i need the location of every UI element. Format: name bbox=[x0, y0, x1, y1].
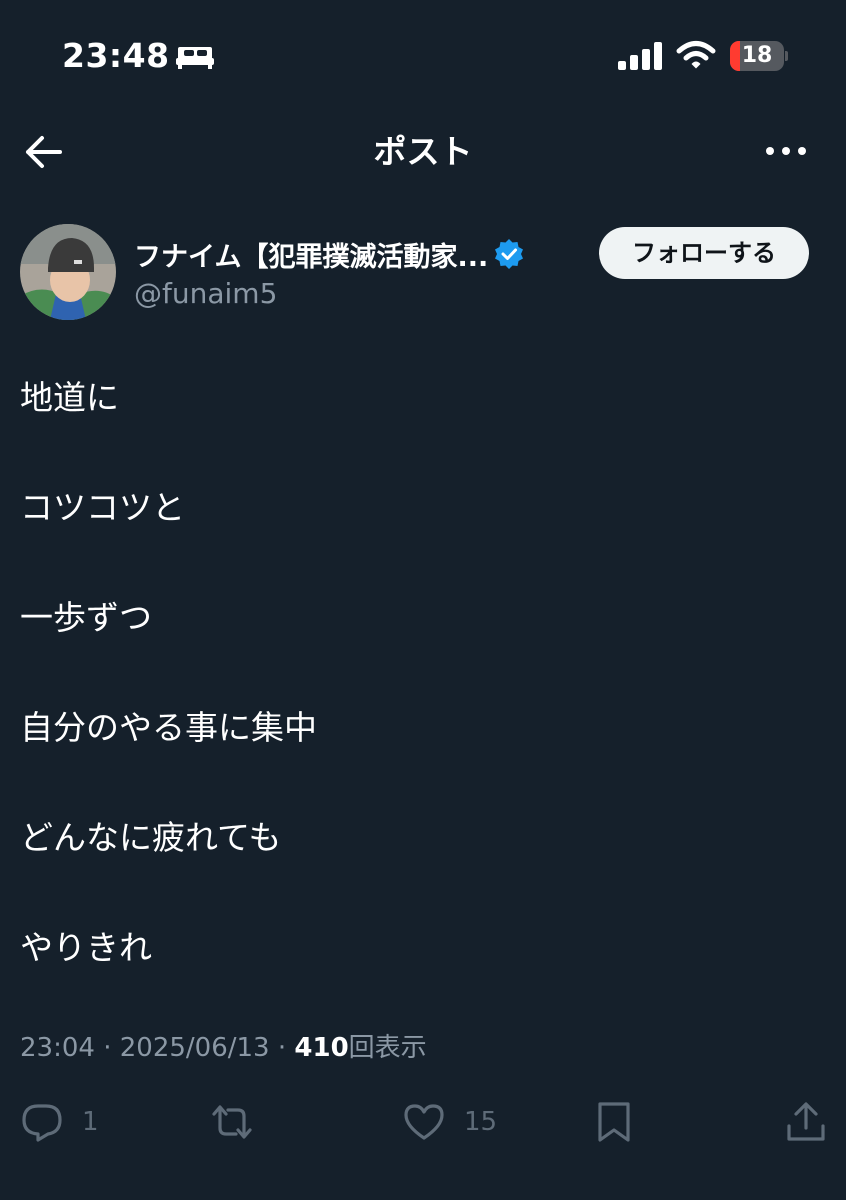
author-handle[interactable]: @funaim5 bbox=[134, 277, 277, 310]
heart-icon bbox=[404, 1104, 444, 1140]
tweet-line-break bbox=[20, 535, 820, 590]
tweet-date[interactable]: 2025/06/13 bbox=[120, 1033, 270, 1063]
tweet-line-break bbox=[20, 425, 820, 480]
tweet-line-break bbox=[20, 865, 820, 920]
reply-icon bbox=[22, 1104, 62, 1142]
like-button[interactable]: 15 bbox=[402, 1096, 497, 1148]
battery-level: 18 bbox=[741, 43, 773, 68]
sleep-icon bbox=[176, 47, 214, 69]
like-count: 15 bbox=[464, 1107, 498, 1137]
page-title: ポスト bbox=[373, 132, 473, 171]
repost-icon bbox=[212, 1105, 252, 1139]
tweet-line: 自分のやる事に集中 bbox=[20, 708, 317, 747]
tweet-line: やりきれ bbox=[20, 928, 152, 967]
author-name-row: フナイム【犯罪撲滅活動家... bbox=[134, 234, 524, 274]
follow-button[interactable]: フォローする bbox=[599, 227, 809, 279]
tweet-time[interactable]: 23:04 bbox=[20, 1033, 95, 1063]
tweet-line: どんなに疲れても bbox=[20, 818, 282, 857]
display-name[interactable]: フナイム【犯罪撲滅活動家... bbox=[134, 235, 488, 274]
bookmark-button[interactable] bbox=[592, 1096, 636, 1148]
meta-separator: · bbox=[103, 1033, 112, 1063]
tweet-meta: 23:04 · 2025/06/13 · 410回表示 bbox=[20, 1028, 427, 1068]
status-bar: 23:48 18 bbox=[0, 0, 846, 110]
avatar[interactable] bbox=[20, 224, 116, 320]
tweet-line-break bbox=[20, 755, 820, 810]
repost-button[interactable] bbox=[210, 1096, 254, 1148]
reply-button[interactable]: 1 bbox=[20, 1096, 99, 1148]
tweet-line: 一歩ずつ bbox=[20, 598, 152, 637]
meta-separator: · bbox=[277, 1033, 287, 1063]
action-bar: 1 15 bbox=[0, 1096, 846, 1152]
tweet-line: コツコツと bbox=[20, 488, 185, 527]
signal-icon bbox=[618, 42, 662, 70]
tweet-line-break bbox=[20, 645, 820, 700]
reply-count: 1 bbox=[82, 1107, 99, 1137]
share-button[interactable] bbox=[784, 1096, 828, 1148]
status-time: 23:48 bbox=[62, 36, 170, 75]
wifi-icon bbox=[676, 41, 716, 69]
bookmark-icon bbox=[598, 1102, 630, 1142]
nav-bar: ポスト bbox=[0, 110, 846, 194]
tweet-line: 地道に bbox=[20, 378, 119, 417]
views-count: 410 bbox=[294, 1033, 349, 1063]
battery-icon: 18 bbox=[730, 41, 788, 71]
more-options-button[interactable] bbox=[762, 136, 810, 166]
views-label: 回表示 bbox=[348, 1033, 427, 1063]
share-icon bbox=[787, 1102, 825, 1141]
tweet-text: 地道に コツコツと 一歩ずつ 自分のやる事に集中 どんなに疲れても やりきれ bbox=[20, 370, 820, 975]
verified-badge-icon bbox=[495, 239, 524, 269]
